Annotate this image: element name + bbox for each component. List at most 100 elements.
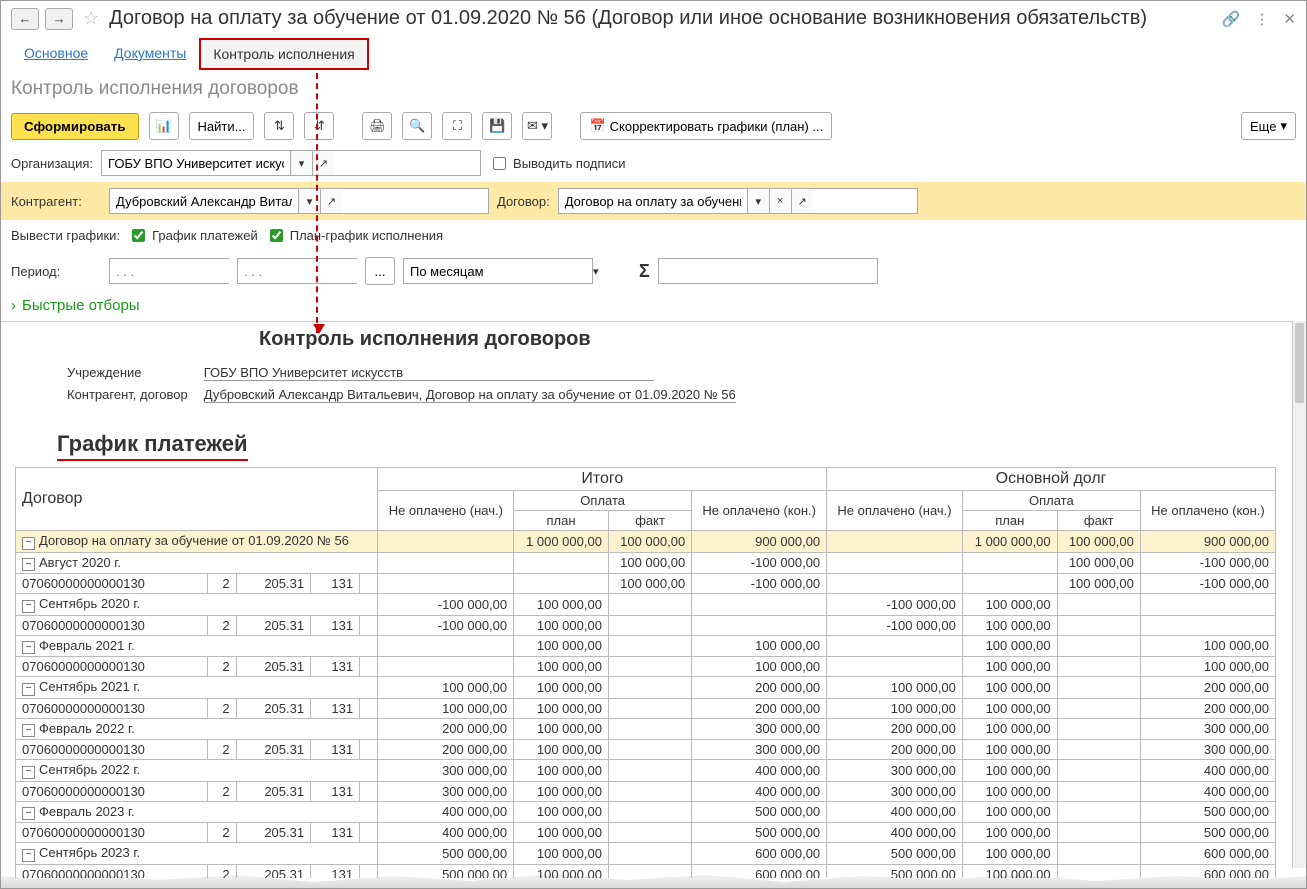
dropdown-icon[interactable]: ▾ [747,189,769,213]
quick-filters-label: Быстрые отборы [22,297,140,314]
col-plan: план [514,511,609,531]
table-row[interactable]: 070600000000001302205.31131500 000,00100… [16,864,1276,878]
signatures-checkbox[interactable] [493,157,506,170]
org-filter-row: Организация: ▾ ↗ Выводить подписи [1,144,1306,182]
table-row[interactable]: −Сентябрь 2022 г.300 000,00100 000,00400… [16,760,1276,782]
col-contract: Договор [16,468,378,531]
contract-input[interactable] [559,189,747,213]
period-label: Период: [11,264,101,279]
find-button[interactable]: Найти... [189,112,255,140]
more-label: Еще [1250,119,1276,134]
tab-control[interactable]: Контроль исполнения [199,38,368,70]
date-to-input[interactable] [238,259,426,283]
table-row[interactable]: −Февраль 2023 г.400 000,00100 000,00500 … [16,801,1276,823]
preview-icon[interactable]: 🔍 [402,112,432,140]
signatures-label: Выводить подписи [513,156,626,171]
counterparty-label: Контрагент: [11,194,101,209]
report-meta: Учреждение ГОБУ ВПО Университет искусств… [65,361,752,407]
expand-all-icon[interactable]: ⇅ [264,112,294,140]
quick-filters-toggle[interactable]: › Быстрые отборы [1,291,1306,320]
forward-button[interactable]: → [45,8,73,30]
period-ellipsis-button[interactable]: ... [365,257,395,285]
favorite-icon[interactable]: ☆ [83,8,99,29]
graphs-label: Вывести графики: [11,228,120,243]
period-filter-row: Период: 📅 📅 ... ▾ Σ [1,251,1306,291]
settings-icon[interactable]: 📊 [149,112,179,140]
calendar-icon: 📅 [589,118,605,134]
table-row[interactable]: −Август 2020 г.100 000,00-100 000,00100 … [16,552,1276,574]
table-row[interactable]: −Февраль 2022 г.200 000,00100 000,00300 … [16,718,1276,740]
col-plan-p: план [962,511,1057,531]
close-icon[interactable]: ✕ [1283,10,1296,28]
tab-documents[interactable]: Документы [101,38,199,70]
graph-payments-label: График платежей [152,228,258,243]
table-row[interactable]: 070600000000001302205.31131200 000,00100… [16,740,1276,760]
table-row[interactable]: −Сентябрь 2023 г.500 000,00100 000,00600… [16,843,1276,865]
back-button[interactable]: ← [11,8,39,30]
col-payment: Оплата [514,491,692,511]
table-row[interactable]: 070600000000001302205.31131400 000,00100… [16,823,1276,843]
org-label: Организация: [11,156,93,171]
collapse-icon[interactable]: − [22,641,35,654]
adjust-schedule-button[interactable]: 📅 Скорректировать графики (план) ... [580,112,832,140]
window-title: Договор на оплату за обучение от 01.09.2… [109,7,1216,30]
graph-payments-checkbox[interactable] [132,229,145,242]
table-row[interactable]: −Сентябрь 2020 г.-100 000,00100 000,00-1… [16,594,1276,616]
toolbar: Сформировать 📊 Найти... ⇅ ⇵ 🖨 🔍 ⛶ 💾 ✉ ▾ … [1,108,1306,144]
sigma-icon: Σ [639,261,650,282]
kebab-icon[interactable]: ⋮ [1254,10,1269,28]
contract-label: Договор: [497,194,550,209]
more-button[interactable]: Еще ▾ [1241,112,1296,140]
page-subtitle: Контроль исполнения договоров [1,70,1306,108]
callout-arrow [316,73,318,333]
table-row[interactable]: 070600000000001302205.31131-100 000,0010… [16,615,1276,635]
table-row[interactable]: −Сентябрь 2021 г.100 000,00100 000,00200… [16,677,1276,699]
col-fact: факт [608,511,691,531]
report-title: Контроль исполнения договоров [9,322,1300,357]
tab-main[interactable]: Основное [11,38,101,70]
open-icon[interactable]: ↗ [320,189,342,213]
collapse-icon[interactable]: − [22,849,35,862]
dropdown-icon[interactable]: ▾ [290,151,312,175]
col-unpaid-start: Не оплачено (нач.) [378,491,514,531]
table-row[interactable]: 070600000000001302205.31131100 000,00100… [16,657,1276,677]
org-input[interactable] [102,151,290,175]
form-button[interactable]: Сформировать [11,113,139,140]
sigma-input[interactable] [659,259,847,283]
chevron-right-icon: › [11,297,16,314]
table-row[interactable]: 070600000000001302205.31131100 000,00-10… [16,574,1276,594]
col-unpaid-end-p: Не оплачено (кон.) [1140,491,1275,531]
collapse-icon[interactable]: − [22,766,35,779]
grouping-input[interactable] [404,259,592,283]
open-icon[interactable]: ↗ [791,189,813,213]
collapse-icon[interactable]: − [22,558,35,571]
graph-plan-checkbox[interactable] [270,229,283,242]
table-row[interactable]: −Февраль 2021 г.100 000,00100 000,00100 … [16,635,1276,657]
collapse-icon[interactable]: − [22,724,35,737]
email-icon[interactable]: ✉ ▾ [522,112,552,140]
collapse-icon[interactable]: − [22,600,35,613]
adjust-label: Скорректировать графики (план) ... [610,119,824,134]
fit-icon[interactable]: ⛶ [442,112,472,140]
col-payment-p: Оплата [962,491,1140,511]
table-row[interactable]: −Договор на оплату за обучение от 01.09.… [16,531,1276,553]
titlebar: ← → ☆ Договор на оплату за обучение от 0… [1,1,1306,34]
table-row[interactable]: 070600000000001302205.31131300 000,00100… [16,781,1276,801]
vertical-scrollbar[interactable] [1292,321,1306,868]
clear-icon[interactable]: × [769,189,791,213]
cp-value: Дубровский Александр Витальевич, Договор… [204,387,736,403]
dropdown-icon[interactable]: ▾ [592,259,599,283]
collapse-icon[interactable]: − [22,683,35,696]
col-unpaid-end: Не оплачено (кон.) [692,491,827,531]
save-icon[interactable]: 💾 [482,112,512,140]
col-total: Итого [378,468,827,491]
counterparty-filter-row: Контрагент: ▾ ↗ Договор: ▾ × ↗ [1,182,1306,220]
inst-value: ГОБУ ВПО Университет искусств [204,365,654,381]
print-icon[interactable]: 🖨 [362,112,392,140]
collapse-all-icon[interactable]: ⇵ [304,112,334,140]
collapse-icon[interactable]: − [22,807,35,820]
table-row[interactable]: 070600000000001302205.31131100 000,00100… [16,698,1276,718]
link-icon[interactable]: 🔗 [1222,10,1241,28]
collapse-icon[interactable]: − [22,537,35,550]
counterparty-input[interactable] [110,189,298,213]
